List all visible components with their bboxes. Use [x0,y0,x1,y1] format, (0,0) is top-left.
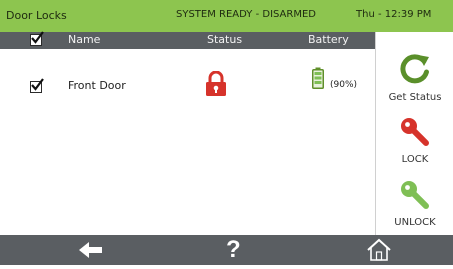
column-header-name: Name [68,33,101,46]
get-status-button[interactable]: Get Status [376,52,453,103]
battery-level: (90%) [330,80,358,90]
help-button[interactable]: ? [226,235,246,265]
help-icon: ? [226,236,241,263]
unlock-label: UNLOCK [394,217,436,228]
table-header: Name Status Battery [0,31,375,49]
system-status: SYSTEM READY - DISARMED [176,9,316,20]
checkmark-icon [31,31,44,44]
battery-icon [312,67,324,89]
top-status-bar: Door Locks SYSTEM READY - DISARMED Thu -… [0,0,453,32]
clock: Thu - 12:39 PM [356,9,432,20]
refresh-icon [400,54,429,84]
action-panel: Get Status LOCK UNLOCK [375,32,453,235]
screen-title: Door Locks [6,9,67,22]
row-checkbox[interactable] [30,78,44,93]
unlock-button[interactable]: UNLOCK [376,179,453,228]
column-header-battery: Battery [308,33,349,46]
padlock-locked-icon [206,71,226,96]
select-all-checkbox[interactable] [30,31,44,46]
column-header-status: Status [207,33,243,46]
bottom-nav-bar: ? [0,235,453,265]
lock-button[interactable]: LOCK [376,116,453,165]
get-status-label: Get Status [388,92,442,103]
home-button[interactable] [365,235,395,265]
table-row[interactable]: Front Door (90%) [0,49,375,123]
back-button[interactable] [76,235,110,265]
checkmark-icon [31,78,44,91]
home-icon [367,238,391,261]
lock-label: LOCK [401,154,429,165]
key-icon [401,118,429,146]
lock-name: Front Door [68,79,126,92]
back-arrow-icon [79,242,102,258]
key-icon [401,181,429,209]
